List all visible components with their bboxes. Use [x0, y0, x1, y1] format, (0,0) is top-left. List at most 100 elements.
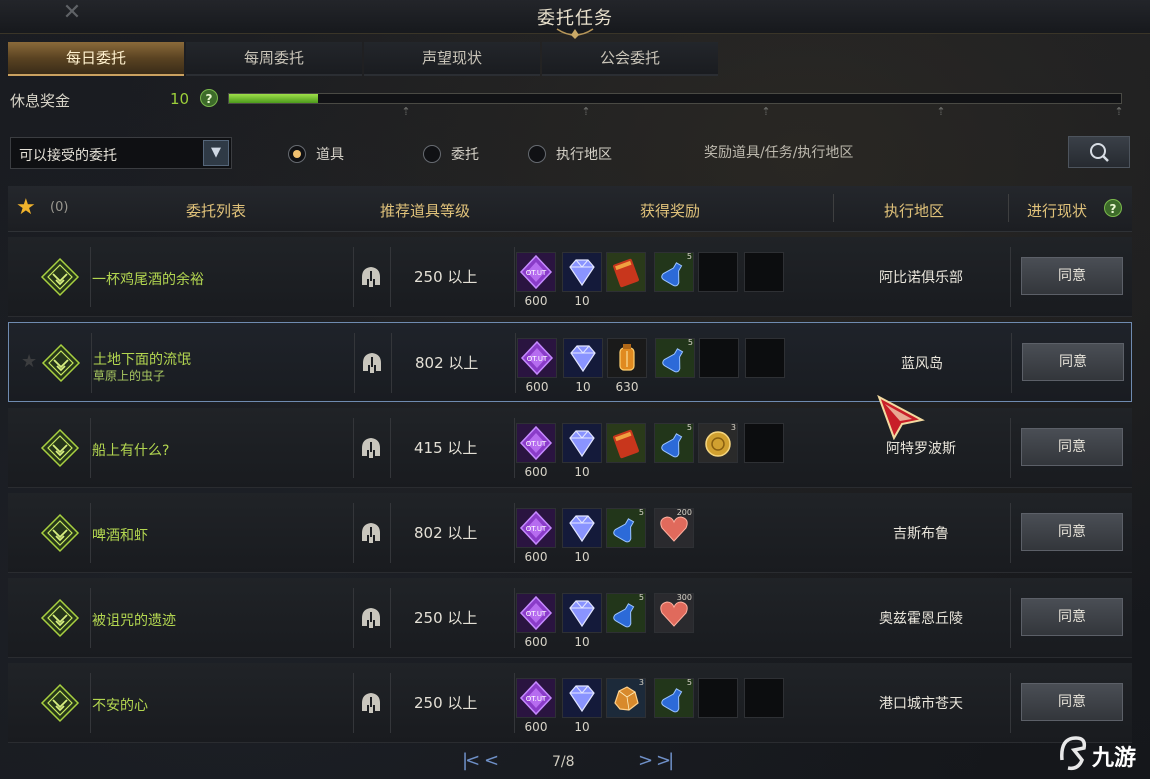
row-divider: [353, 673, 354, 733]
reward-diamond-icon[interactable]: [563, 338, 603, 378]
reward-diamond-icon[interactable]: [562, 252, 602, 292]
row-divider: [353, 247, 354, 307]
reward-empty-icon[interactable]: [744, 252, 784, 292]
radio-region[interactable]: 执行地区: [528, 144, 612, 164]
progress-tick-icon: ⇡: [936, 105, 946, 118]
radio-quest-label: 委托: [451, 147, 479, 163]
rest-bonus-label: 休息奖金: [10, 92, 71, 110]
col-recommended-level: 推荐道具等级: [380, 202, 471, 220]
reward-stack-count: 5: [638, 593, 644, 602]
reward-blue-potion-icon[interactable]: 5: [655, 338, 695, 378]
reward-lantern-icon[interactable]: [607, 338, 647, 378]
svg-text:OT.UT: OT.UT: [526, 610, 547, 618]
agree-button[interactable]: 同意: [1021, 598, 1123, 636]
quest-row[interactable]: 被诅咒的遗迹 250 以上 OT.UT 600 10 5 300 奥兹霍恩丘陵 同意: [8, 578, 1132, 658]
reward-purple-crystal-icon[interactable]: OT.UT: [517, 338, 557, 378]
reward-amount: 10: [574, 550, 590, 564]
row-divider: [90, 588, 91, 648]
reward-red-heart-icon[interactable]: 300: [654, 593, 694, 633]
reward-stack-count: 3: [638, 678, 644, 687]
helmet-icon: [360, 606, 382, 630]
quest-name: 被诅咒的遗迹: [92, 613, 176, 629]
reward-blue-potion-icon[interactable]: 5: [654, 423, 694, 463]
reward-red-heart-icon[interactable]: 200: [654, 508, 694, 548]
prev-page-button[interactable]: <: [484, 750, 499, 771]
reward-blank-icon[interactable]: [744, 593, 784, 633]
agree-button[interactable]: 同意: [1021, 513, 1123, 551]
radio-quest[interactable]: 委托: [423, 144, 479, 164]
recommended-level: 250 以上: [414, 268, 478, 286]
agree-button[interactable]: 同意: [1021, 683, 1123, 721]
reward-purple-crystal-icon[interactable]: OT.UT: [516, 252, 556, 292]
reward-empty-icon[interactable]: [698, 252, 738, 292]
reward-purple-crystal-icon[interactable]: OT.UT: [516, 593, 556, 633]
reward-red-book-icon[interactable]: [606, 252, 646, 292]
reward-blue-potion-icon[interactable]: 5: [654, 678, 694, 718]
reward-blank-icon[interactable]: [744, 508, 784, 548]
radio-region-label: 执行地区: [556, 147, 612, 163]
search-button[interactable]: [1068, 136, 1130, 168]
reward-empty-icon[interactable]: [744, 678, 784, 718]
tab-weekly[interactable]: 每周委托: [186, 42, 362, 76]
last-page-button[interactable]: >|: [656, 750, 674, 771]
reward-empty-icon[interactable]: [699, 338, 739, 378]
reward-empty-icon[interactable]: [744, 423, 784, 463]
daily-quest-icon: [40, 513, 80, 553]
reward-purple-crystal-icon[interactable]: OT.UT: [516, 423, 556, 463]
daily-quest-icon: [40, 683, 80, 723]
reward-empty-icon[interactable]: [698, 678, 738, 718]
reward-empty-icon[interactable]: [745, 338, 785, 378]
reward-blue-potion-icon[interactable]: 5: [654, 252, 694, 292]
tab-guild[interactable]: 公会委托: [542, 42, 718, 76]
reward-amount: 10: [575, 380, 591, 394]
svg-text:OT.UT: OT.UT: [526, 269, 547, 277]
quest-row[interactable]: 不安的心 250 以上 OT.UT 600 10 3 5 港口城市苍天 同意: [8, 663, 1132, 743]
reward-stack-count: 5: [686, 678, 692, 687]
reward-purple-crystal-icon[interactable]: OT.UT: [516, 678, 556, 718]
agree-button[interactable]: 同意: [1021, 257, 1123, 295]
reward-blue-potion-icon[interactable]: 5: [606, 508, 646, 548]
radio-item[interactable]: 道具: [288, 144, 344, 164]
quest-row[interactable]: 一杯鸡尾酒的余裕 250 以上 OT.UT 600 10 5 阿比诺俱乐部 同意: [8, 237, 1132, 317]
next-page-button[interactable]: >: [638, 750, 653, 771]
tab-reputation[interactable]: 声望现状: [364, 42, 540, 76]
reward-diamond-icon[interactable]: [562, 423, 602, 463]
agree-button[interactable]: 同意: [1022, 343, 1124, 381]
helmet-icon: [360, 521, 382, 545]
row-divider: [1010, 418, 1011, 478]
quest-filter-dropdown[interactable]: 可以接受的委托 ▼: [10, 137, 232, 169]
favorite-star-icon[interactable]: ★: [21, 351, 37, 372]
agree-button[interactable]: 同意: [1021, 428, 1123, 466]
row-divider: [391, 333, 392, 393]
quest-row[interactable]: 船上有什么? 415 以上 OT.UT 600 10 5 3 阿特罗波斯 同意: [8, 408, 1132, 488]
reward-diamond-icon[interactable]: [562, 678, 602, 718]
reward-purple-crystal-icon[interactable]: OT.UT: [516, 508, 556, 548]
reward-amount: 10: [574, 465, 590, 479]
tab-daily[interactable]: 每日委托: [8, 42, 184, 76]
row-divider: [390, 673, 391, 733]
reward-amount: 600: [525, 380, 549, 394]
reward-red-book-icon[interactable]: [606, 423, 646, 463]
col-quest-list: 委托列表: [186, 202, 247, 220]
reward-blank-icon[interactable]: [698, 508, 738, 548]
reward-blue-potion-icon[interactable]: 5: [606, 593, 646, 633]
star-icon[interactable]: ★: [16, 195, 36, 220]
quest-row[interactable]: 啤酒和虾 802 以上 OT.UT 600 10 5 200 吉斯布鲁 同意: [8, 493, 1132, 573]
rest-bonus-progress-fill: [229, 94, 319, 103]
row-divider: [390, 418, 391, 478]
chevron-down-icon[interactable]: ▼: [203, 140, 229, 166]
rest-bonus-help-icon[interactable]: ?: [200, 89, 218, 107]
reward-gold-coin-icon[interactable]: 3: [698, 423, 738, 463]
row-divider: [353, 418, 354, 478]
row-divider: [514, 503, 515, 563]
reward-gold-ore-icon[interactable]: 3: [606, 678, 646, 718]
reward-diamond-icon[interactable]: [562, 593, 602, 633]
reward-blank-icon[interactable]: [698, 593, 738, 633]
favorites-count: (0): [50, 200, 69, 215]
quest-row[interactable]: ★ 土地下面的流氓 草原上的虫子 802 以上 OT.UT 600 10 630 5 蓝风岛 同意: [8, 322, 1132, 402]
first-page-button[interactable]: |<: [462, 750, 480, 771]
status-help-icon[interactable]: ?: [1104, 199, 1122, 217]
daily-quest-icon: [41, 343, 81, 383]
reward-diamond-icon[interactable]: [562, 508, 602, 548]
search-input[interactable]: [696, 137, 1064, 169]
